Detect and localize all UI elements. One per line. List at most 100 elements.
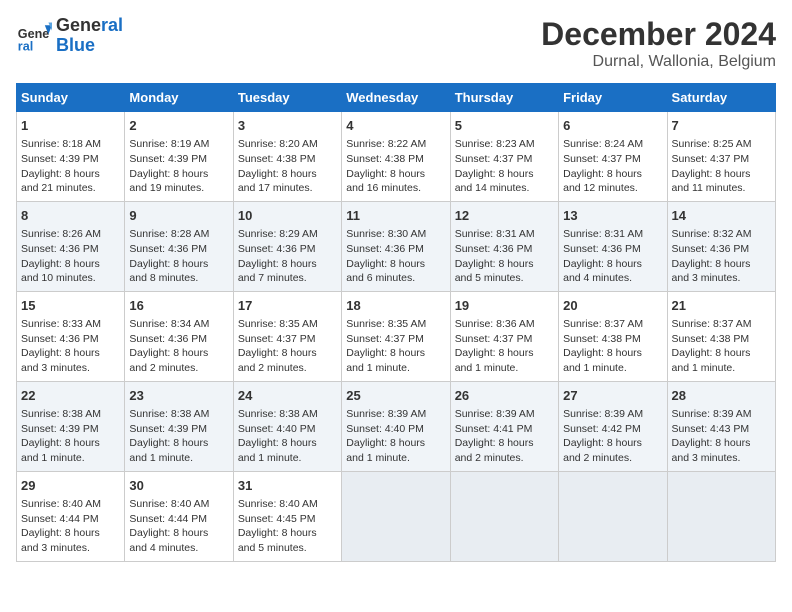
calendar-cell: 6Sunrise: 8:24 AMSunset: 4:37 PMDaylight… [559,112,667,202]
calendar-cell: 30Sunrise: 8:40 AMSunset: 4:44 PMDayligh… [125,471,233,561]
cell-info: Sunrise: 8:38 AM [238,407,337,422]
day-number: 9 [129,207,228,225]
cell-info: Daylight: 8 hours [672,167,771,182]
cell-info: Sunset: 4:42 PM [563,422,662,437]
cell-info: Daylight: 8 hours [672,436,771,451]
day-number: 25 [346,387,445,405]
cell-info: and 8 minutes. [129,271,228,286]
calendar-cell: 4Sunrise: 8:22 AMSunset: 4:38 PMDaylight… [342,112,450,202]
calendar-cell: 17Sunrise: 8:35 AMSunset: 4:37 PMDayligh… [233,291,341,381]
header-monday: Monday [125,84,233,112]
cell-info: and 7 minutes. [238,271,337,286]
cell-info: Sunset: 4:36 PM [21,242,120,257]
cell-info: Sunrise: 8:38 AM [21,407,120,422]
cell-info: Sunset: 4:37 PM [563,152,662,167]
cell-info: Daylight: 8 hours [21,346,120,361]
calendar-cell: 24Sunrise: 8:38 AMSunset: 4:40 PMDayligh… [233,381,341,471]
day-number: 7 [672,117,771,135]
cell-info: Daylight: 8 hours [672,257,771,272]
cell-info: Daylight: 8 hours [129,346,228,361]
week-row-2: 8Sunrise: 8:26 AMSunset: 4:36 PMDaylight… [17,201,776,291]
cell-info: Daylight: 8 hours [346,346,445,361]
cell-info: Sunset: 4:40 PM [346,422,445,437]
cell-info: Daylight: 8 hours [129,167,228,182]
calendar-cell [450,471,558,561]
calendar-cell: 15Sunrise: 8:33 AMSunset: 4:36 PMDayligh… [17,291,125,381]
logo-icon: Gene ral [16,18,52,54]
cell-info: Sunset: 4:38 PM [346,152,445,167]
cell-info: Sunset: 4:44 PM [21,512,120,527]
cell-info: Daylight: 8 hours [346,167,445,182]
day-number: 15 [21,297,120,315]
day-number: 19 [455,297,554,315]
cell-info: Daylight: 8 hours [21,436,120,451]
calendar-cell: 16Sunrise: 8:34 AMSunset: 4:36 PMDayligh… [125,291,233,381]
header-thursday: Thursday [450,84,558,112]
calendar-cell: 9Sunrise: 8:28 AMSunset: 4:36 PMDaylight… [125,201,233,291]
day-number: 11 [346,207,445,225]
day-number: 14 [672,207,771,225]
cell-info: Daylight: 8 hours [238,436,337,451]
cell-info: Sunset: 4:37 PM [346,332,445,347]
cell-info: Sunrise: 8:40 AM [129,497,228,512]
calendar-cell: 26Sunrise: 8:39 AMSunset: 4:41 PMDayligh… [450,381,558,471]
cell-info: Sunset: 4:37 PM [672,152,771,167]
calendar-cell: 19Sunrise: 8:36 AMSunset: 4:37 PMDayligh… [450,291,558,381]
day-number: 17 [238,297,337,315]
calendar-cell: 22Sunrise: 8:38 AMSunset: 4:39 PMDayligh… [17,381,125,471]
day-number: 23 [129,387,228,405]
calendar-cell: 20Sunrise: 8:37 AMSunset: 4:38 PMDayligh… [559,291,667,381]
day-number: 30 [129,477,228,495]
cell-info: Sunset: 4:37 PM [455,152,554,167]
cell-info: Daylight: 8 hours [238,346,337,361]
calendar-cell: 31Sunrise: 8:40 AMSunset: 4:45 PMDayligh… [233,471,341,561]
cell-info: Sunrise: 8:26 AM [21,227,120,242]
week-row-4: 22Sunrise: 8:38 AMSunset: 4:39 PMDayligh… [17,381,776,471]
cell-info: and 16 minutes. [346,181,445,196]
cell-info: and 3 minutes. [21,361,120,376]
cell-info: Sunrise: 8:37 AM [563,317,662,332]
calendar-table: SundayMondayTuesdayWednesdayThursdayFrid… [16,83,776,562]
cell-info: Sunrise: 8:39 AM [563,407,662,422]
cell-info: Daylight: 8 hours [563,167,662,182]
day-number: 13 [563,207,662,225]
cell-info: Sunset: 4:38 PM [672,332,771,347]
cell-info: Daylight: 8 hours [129,257,228,272]
cell-info: and 14 minutes. [455,181,554,196]
cell-info: Sunrise: 8:33 AM [21,317,120,332]
cell-info: and 3 minutes. [672,271,771,286]
cell-info: Sunset: 4:45 PM [238,512,337,527]
cell-info: Sunset: 4:39 PM [21,422,120,437]
cell-info: and 12 minutes. [563,181,662,196]
cell-info: and 2 minutes. [455,451,554,466]
calendar-cell: 10Sunrise: 8:29 AMSunset: 4:36 PMDayligh… [233,201,341,291]
day-number: 10 [238,207,337,225]
calendar-subtitle: Durnal, Wallonia, Belgium [541,53,776,71]
calendar-title: December 2024 [541,16,776,53]
cell-info: and 4 minutes. [563,271,662,286]
cell-info: and 2 minutes. [129,361,228,376]
day-number: 16 [129,297,228,315]
cell-info: Sunrise: 8:37 AM [672,317,771,332]
cell-info: and 10 minutes. [21,271,120,286]
cell-info: Sunset: 4:41 PM [455,422,554,437]
cell-info: Sunset: 4:37 PM [455,332,554,347]
cell-info: Daylight: 8 hours [238,526,337,541]
cell-info: Sunrise: 8:35 AM [238,317,337,332]
cell-info: Sunrise: 8:39 AM [346,407,445,422]
cell-info: and 1 minute. [672,361,771,376]
calendar-cell: 7Sunrise: 8:25 AMSunset: 4:37 PMDaylight… [667,112,775,202]
header-friday: Friday [559,84,667,112]
cell-info: Daylight: 8 hours [21,526,120,541]
svg-text:ral: ral [18,39,33,53]
week-row-5: 29Sunrise: 8:40 AMSunset: 4:44 PMDayligh… [17,471,776,561]
calendar-cell: 5Sunrise: 8:23 AMSunset: 4:37 PMDaylight… [450,112,558,202]
cell-info: and 2 minutes. [563,451,662,466]
cell-info: and 5 minutes. [238,541,337,556]
cell-info: Sunrise: 8:18 AM [21,137,120,152]
cell-info: Sunrise: 8:35 AM [346,317,445,332]
page-header: Gene ral GeneralBlue December 2024 Durna… [16,16,776,71]
cell-info: Daylight: 8 hours [563,257,662,272]
cell-info: Sunrise: 8:39 AM [455,407,554,422]
cell-info: Sunrise: 8:31 AM [455,227,554,242]
